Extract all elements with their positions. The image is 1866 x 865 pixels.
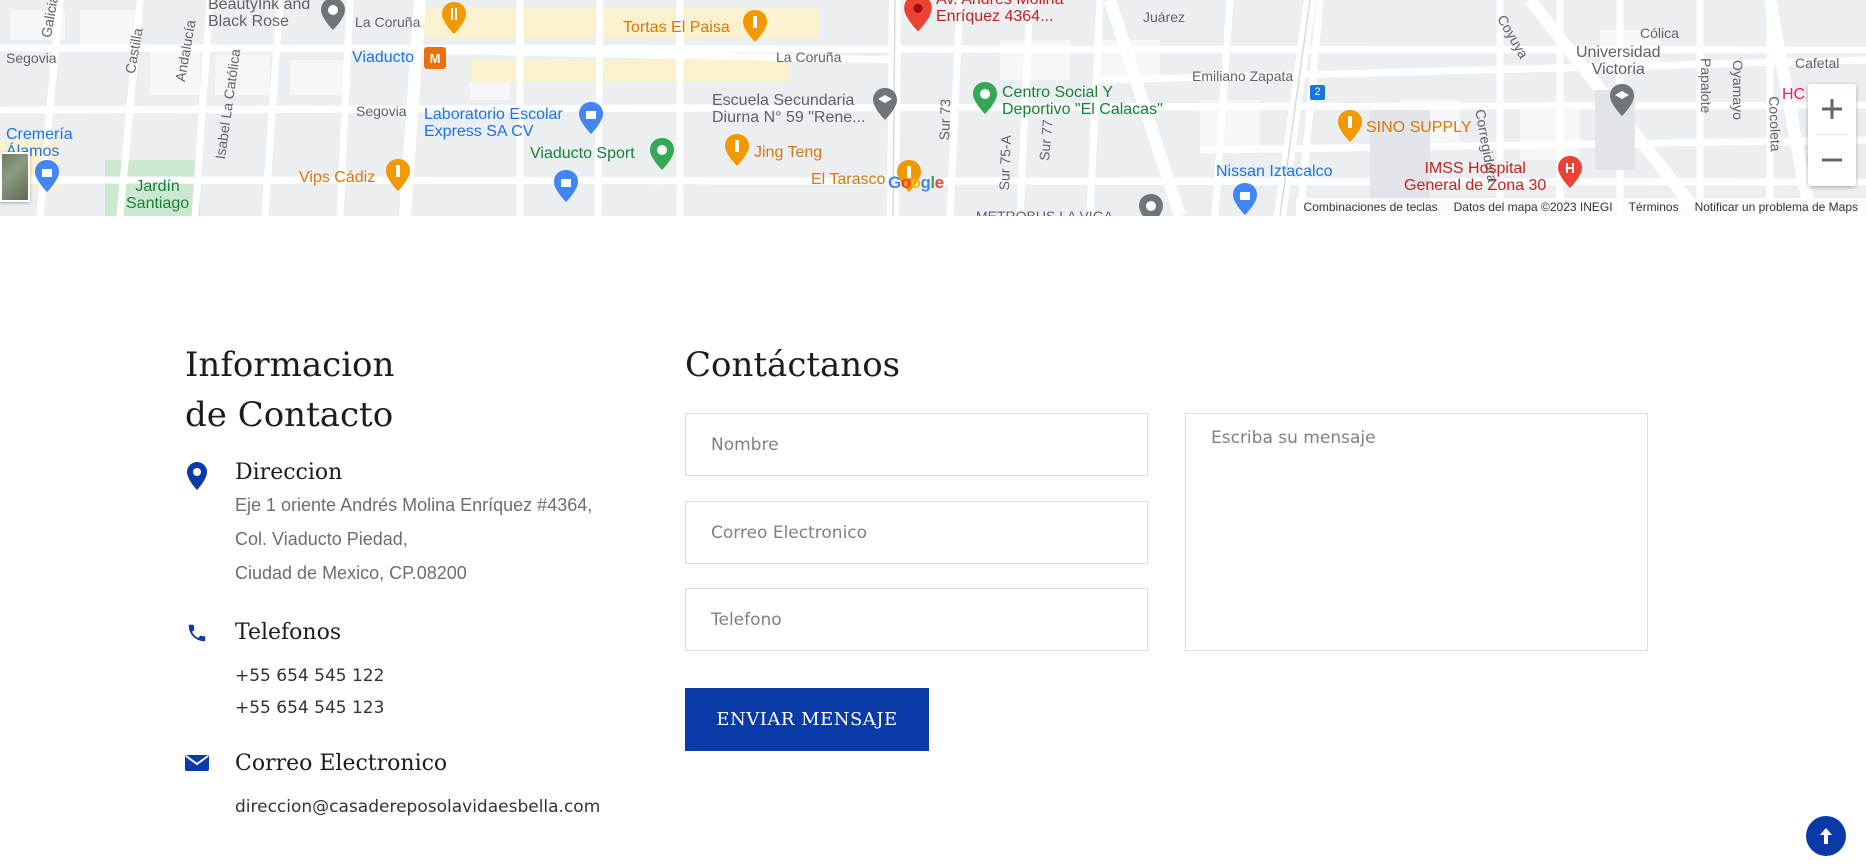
route-badge: 2 (1310, 85, 1325, 100)
contact-info-title-line2: de Contacto (185, 395, 394, 435)
plus-icon (1822, 99, 1842, 119)
poi-label[interactable]: Jardín Santiago (126, 178, 189, 212)
minus-icon (1822, 158, 1842, 162)
email-field[interactable] (685, 501, 1148, 564)
zoom-out-button[interactable] (1808, 135, 1856, 185)
street-label: Segovia (6, 50, 57, 66)
street-label: Cólica (1640, 25, 1679, 41)
poi-label[interactable]: HC (1782, 87, 1805, 103)
arrow-up-icon (1820, 828, 1832, 844)
phone-field[interactable] (685, 588, 1148, 651)
poi-label[interactable]: Nissan Iztacalco (1216, 164, 1333, 180)
address-line: Ciudad de Mexico, CP.08200 (235, 563, 467, 583)
satellite-layer-toggle[interactable] (0, 152, 30, 202)
restaurant-pin-icon[interactable] (1337, 110, 1363, 142)
poi-label[interactable]: IMSS Hospital General de Zona 30 (1404, 160, 1546, 194)
street-label: Segovia (356, 103, 407, 119)
message-field[interactable] (1185, 413, 1648, 651)
shop-pin-icon[interactable] (34, 160, 60, 192)
poi-label[interactable]: Laboratorio Escolar Express SA CV (424, 106, 563, 140)
poi-label[interactable]: Centro Social Y Deportivo "El Calacas" (1002, 84, 1163, 118)
google-logo: Google (888, 173, 944, 192)
restaurant-pin-icon[interactable] (724, 134, 750, 166)
keyboard-shortcuts-link[interactable]: Combinaciones de teclas (1304, 200, 1438, 214)
street-label: Juárez (1143, 9, 1186, 25)
street-label: Oyamayo (1730, 60, 1746, 120)
metro-station-icon[interactable]: M (424, 47, 446, 69)
shop-pin-icon[interactable] (1232, 183, 1258, 215)
map-pin-icon[interactable] (320, 0, 346, 30)
restaurant-pin-icon[interactable] (742, 10, 768, 42)
street-label: Cocoleta (1766, 96, 1784, 152)
map-attribution-bar: Combinaciones de teclas Datos del mapa ©… (1295, 198, 1866, 216)
zoom-controls (1808, 84, 1856, 186)
park-pin-icon[interactable] (972, 82, 998, 114)
park-pin-icon[interactable] (649, 138, 675, 170)
zoom-in-button[interactable] (1808, 84, 1856, 134)
street-label: La Coruña (355, 14, 421, 30)
send-message-button[interactable]: ENVIAR MENSAJE (685, 688, 929, 751)
poi-label: BeautyInk and Black Rose (208, 0, 311, 30)
street-label: Emiliano Zapata (1192, 68, 1294, 84)
email-input[interactable] (711, 522, 1147, 543)
map-data-credit: Datos del mapa ©2023 INEGI (1453, 200, 1613, 214)
shop-pin-icon[interactable] (578, 102, 604, 134)
transit-pin-icon[interactable] (1138, 194, 1164, 216)
email-heading: Correo Electronico (235, 751, 448, 776)
report-problem-link[interactable]: Notificar un problema de Maps (1695, 200, 1858, 214)
phone-input[interactable] (711, 609, 1147, 630)
poi-label[interactable]: Viaducto (352, 50, 414, 66)
phones-heading: Telefonos (235, 620, 342, 645)
name-field[interactable] (685, 413, 1148, 476)
poi-label[interactable]: Vips Cádiz (299, 170, 375, 186)
embedded-map[interactable]: Segovia Castilla Andalucía Isabel La Cat… (0, 0, 1866, 216)
terms-link[interactable]: Términos (1629, 200, 1679, 214)
contact-info-title: Informacion de Contacto (185, 340, 545, 440)
poi-label[interactable]: El Tarasco (811, 172, 885, 188)
poi-label[interactable]: Universidad Victoria (1576, 44, 1660, 78)
address-heading: Direccion (235, 460, 343, 485)
poi-label[interactable]: Av. Andrés Molina Enríquez 4364... (936, 0, 1063, 25)
name-input[interactable] (711, 434, 1147, 455)
address-line: Eje 1 oriente Andrés Molina Enríquez #43… (235, 495, 593, 515)
restaurant-pin-icon[interactable] (385, 159, 411, 191)
email-link[interactable]: direccion@casadereposolavidaesbella.com (235, 791, 600, 823)
street-label: Cafetal (1795, 55, 1840, 71)
location-marker-icon[interactable] (903, 0, 933, 32)
phone-link[interactable]: +55 654 545 122 (235, 660, 384, 692)
address-line: Col. Viaducto Piedad, (235, 529, 408, 549)
poi-label[interactable]: Tortas El Paisa (623, 20, 730, 36)
envelope-icon (185, 753, 209, 781)
phone-icon (185, 622, 209, 650)
message-textarea[interactable] (1211, 414, 1647, 650)
poi-label[interactable]: SINO SUPPLY (1366, 120, 1472, 136)
poi-label[interactable]: METROBUS LA VIGA (976, 208, 1113, 216)
phone-link[interactable]: +55 654 545 123 (235, 692, 384, 724)
poi-label[interactable]: Viaducto Sport (530, 146, 635, 162)
poi-label[interactable]: Escuela Secundaria Diurna N° 59 "Rene... (712, 92, 865, 126)
contact-form-title: Contáctanos (685, 345, 901, 385)
contact-info-title-line1: Informacion (185, 345, 395, 385)
poi-label[interactable]: Jing Teng (754, 145, 822, 161)
shop-pin-icon[interactable] (553, 170, 579, 202)
school-pin-icon[interactable] (872, 88, 898, 120)
street-label: La Coruña (776, 49, 842, 65)
street-label: Papalote (1698, 58, 1714, 114)
restaurant-pin-icon[interactable] (441, 2, 467, 34)
scroll-to-top-button[interactable] (1806, 816, 1846, 856)
map-pin-icon (185, 462, 209, 490)
school-pin-icon[interactable] (1609, 84, 1635, 116)
street-label: Sur 73 (936, 98, 954, 141)
street-label: Sur 75-A (996, 134, 1014, 191)
hospital-pin-icon[interactable] (1557, 156, 1583, 188)
